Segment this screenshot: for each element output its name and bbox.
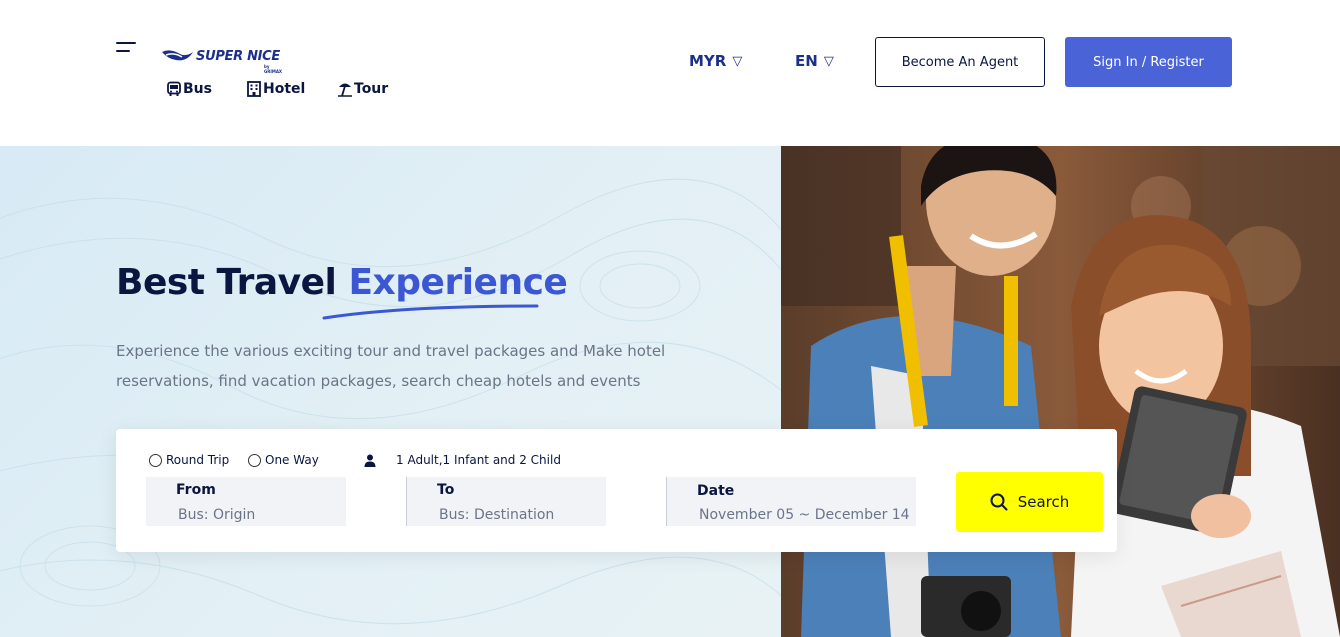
nav-item-tour[interactable]: Tour bbox=[337, 81, 397, 97]
one-way-radio[interactable]: One Way bbox=[248, 453, 319, 467]
from-input[interactable]: Bus: Origin bbox=[178, 507, 255, 523]
tour-icon bbox=[338, 83, 352, 97]
site-header: SUPER NICE by GRIMAX Bus Hotel Tour MYR … bbox=[0, 0, 1340, 146]
logo-swoosh-icon bbox=[162, 50, 193, 61]
nav-item-bus[interactable]: Bus bbox=[166, 81, 246, 97]
hotel-icon bbox=[247, 81, 261, 97]
hero-photo bbox=[781, 146, 1340, 637]
user-icon bbox=[364, 454, 376, 467]
from-label: From bbox=[176, 482, 216, 498]
hero-subtext: Experience the various exciting tour and… bbox=[116, 342, 666, 390]
date-label: Date bbox=[697, 483, 735, 499]
headline-prefix: Best Travel bbox=[116, 262, 337, 303]
search-card: Round Trip One Way 1 Adult,1 Infant and … bbox=[116, 429, 1117, 552]
round-trip-radio[interactable]: Round Trip bbox=[149, 453, 229, 467]
logo-text: SUPER NICE bbox=[196, 48, 281, 64]
logo-subtext: by GRIMAX bbox=[264, 64, 283, 74]
become-agent-button[interactable]: Become An Agent bbox=[875, 37, 1045, 87]
round-trip-label: Round Trip bbox=[166, 453, 230, 467]
currency-label: MYR bbox=[689, 52, 727, 70]
radio-circle bbox=[248, 453, 261, 467]
travelers-photo-illustration bbox=[781, 146, 1340, 637]
headline-underline bbox=[322, 304, 539, 320]
date-range-input[interactable]: November 05 ~ December 14 bbox=[699, 507, 910, 523]
to-input[interactable]: Bus: Destination bbox=[439, 507, 554, 523]
search-icon bbox=[990, 493, 1008, 511]
bus-icon bbox=[167, 81, 181, 96]
logo[interactable]: SUPER NICE by GRIMAX bbox=[160, 42, 286, 74]
passenger-summary: 1 Adult,1 Infant and 2 Child bbox=[396, 453, 561, 467]
from-field[interactable]: From Bus: Origin bbox=[146, 477, 346, 526]
hero-section: Best Travel Experience Experience the va… bbox=[0, 146, 1340, 637]
nav-label-bus: Bus bbox=[183, 81, 212, 97]
nav-label-hotel: Hotel bbox=[263, 81, 306, 97]
search-button[interactable]: Search bbox=[956, 472, 1103, 532]
chevron-down-icon: ▽ bbox=[732, 53, 743, 69]
nav-label-tour: Tour bbox=[354, 81, 389, 97]
headline-accent: Experience bbox=[348, 262, 568, 303]
chevron-down-icon: ▽ bbox=[823, 53, 834, 69]
language-label: EN bbox=[795, 52, 818, 70]
currency-selector[interactable]: MYR ▽ bbox=[689, 52, 742, 70]
radio-circle bbox=[149, 453, 162, 467]
nav-item-hotel[interactable]: Hotel bbox=[246, 81, 337, 97]
main-nav: Bus Hotel Tour bbox=[166, 81, 397, 97]
search-button-label: Search bbox=[1017, 493, 1070, 511]
hero-headline: Best Travel Experience bbox=[116, 262, 568, 303]
one-way-label: One Way bbox=[265, 453, 319, 467]
signin-register-button[interactable]: Sign In / Register bbox=[1065, 37, 1232, 87]
to-label: To bbox=[437, 482, 455, 498]
passenger-selector[interactable]: 1 Adult,1 Infant and 2 Child bbox=[364, 453, 561, 467]
language-selector[interactable]: EN ▽ bbox=[795, 52, 834, 70]
date-field[interactable]: Date November 05 ~ December 14 bbox=[666, 477, 916, 526]
menu-icon[interactable] bbox=[116, 42, 136, 54]
to-field[interactable]: To Bus: Destination bbox=[406, 477, 606, 526]
